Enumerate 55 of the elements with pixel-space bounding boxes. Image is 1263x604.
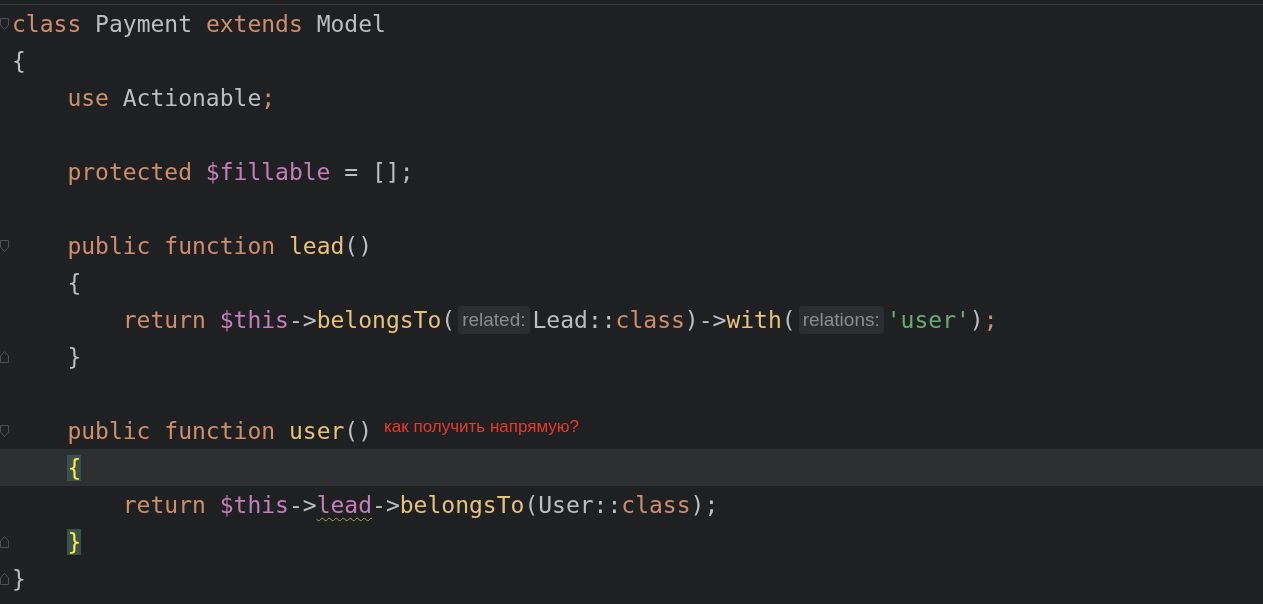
code-string: 'user' (886, 306, 970, 333)
code-variable: $fillable (204, 158, 331, 185)
code-function: belongsTo (316, 306, 442, 333)
code-text: (User:: (524, 491, 622, 518)
code-variable: $this (218, 306, 289, 333)
fold-icon[interactable] (0, 350, 9, 363)
code-text: Model (315, 10, 386, 37)
code-keyword: public (67, 232, 151, 259)
fold-icon[interactable] (0, 424, 9, 437)
code-keyword: return (122, 306, 206, 333)
fold-icon[interactable] (0, 239, 9, 252)
code-text: -> (288, 306, 317, 333)
code-text: ( (781, 306, 796, 333)
fold-icon[interactable] (0, 572, 9, 585)
parameter-hint: related: (458, 305, 530, 334)
code-keyword: class (12, 10, 82, 37)
matched-brace: } (67, 528, 82, 555)
code-keyword: function (163, 232, 276, 259)
code-text: -> (372, 491, 400, 518)
code-keyword: ; (983, 306, 998, 333)
code-function: lead (287, 232, 345, 259)
code-text: Payment (94, 10, 193, 37)
code-text: { (12, 47, 26, 74)
code-text: ) (969, 306, 984, 333)
code-keyword: return (122, 491, 206, 518)
matched-brace: { (67, 454, 82, 481)
code-function: user (287, 417, 345, 444)
code-text: Actionable (121, 84, 262, 111)
fold-icon[interactable] (0, 535, 9, 548)
parameter-hint: relations: (798, 305, 884, 334)
code-function: with (726, 306, 782, 333)
code-text: } (12, 565, 26, 592)
annotation-text: как получить напрямую? (384, 416, 579, 437)
code-function: belongsTo (399, 491, 525, 518)
code-text: ( (441, 306, 456, 333)
code-keyword: class (621, 491, 691, 518)
code-keyword: class (615, 306, 685, 333)
code-variable: lead (316, 491, 373, 518)
code-text: { (67, 269, 82, 296)
code-text: -> (288, 491, 317, 518)
code-keyword: extends (204, 10, 303, 37)
code-text: } (67, 343, 82, 370)
code-text: ); (690, 491, 719, 518)
code-variable: $this (218, 491, 289, 518)
code-text: () (344, 232, 373, 259)
code-text: = []; (343, 158, 414, 185)
code-text: Lead:: (532, 306, 616, 333)
code-keyword: ; (261, 84, 276, 111)
code-keyword: function (163, 417, 276, 444)
code-text: () (344, 417, 373, 444)
fold-icon[interactable] (0, 17, 9, 30)
code-text: )-> (684, 306, 727, 333)
code-keyword: public (67, 417, 151, 444)
code-keyword: use (67, 84, 109, 111)
code-keyword: protected (67, 158, 192, 185)
